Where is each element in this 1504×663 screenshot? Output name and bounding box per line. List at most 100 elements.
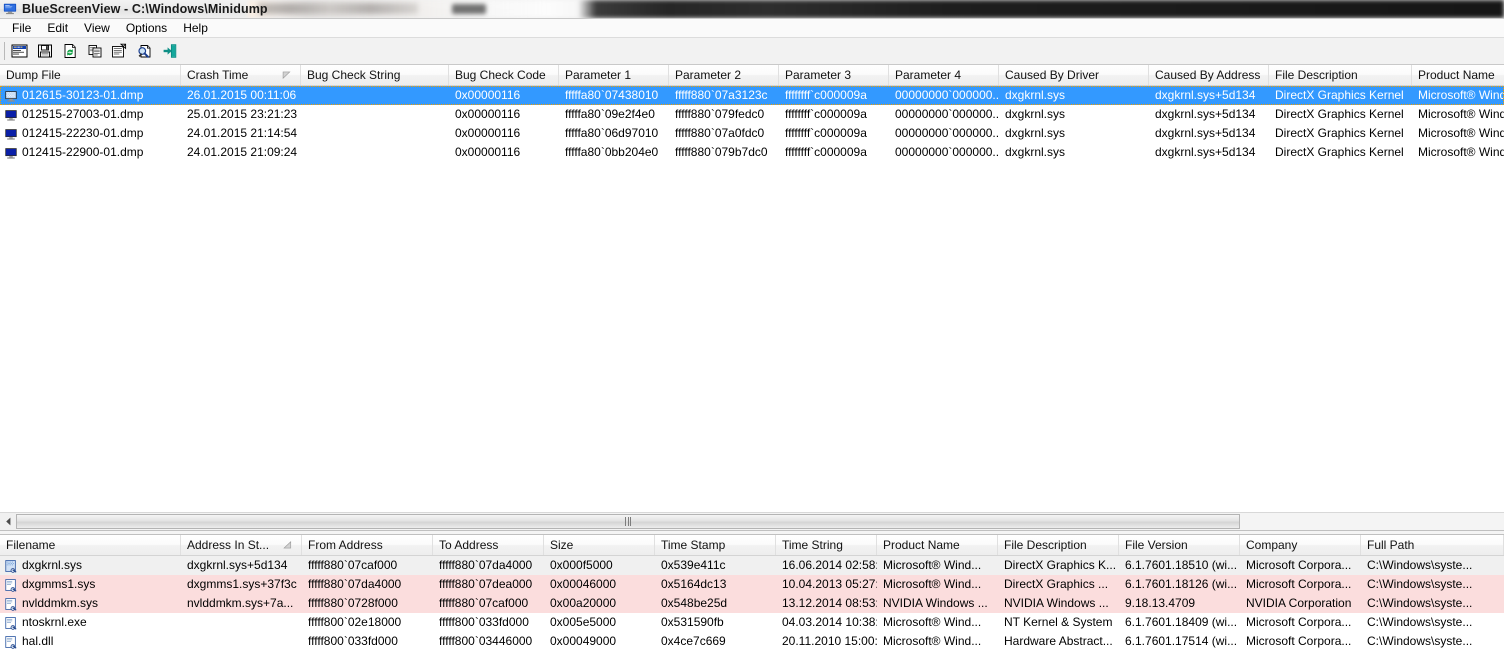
column-header-company[interactable]: Company <box>1240 535 1361 555</box>
column-header-dump-file[interactable]: Dump File <box>0 65 181 85</box>
cell-size: 0x005e5000 <box>544 613 655 632</box>
cell-text: fffffa80`06d97010 <box>565 126 659 140</box>
column-header-crash-time[interactable]: Crash Time <box>181 65 301 85</box>
column-header-label: Bug Check String <box>307 68 401 82</box>
toolbar-html-report-button[interactable] <box>107 39 132 63</box>
horizontal-scrollbar[interactable] <box>0 512 1504 530</box>
menu-options[interactable]: Options <box>118 20 175 36</box>
driver-row[interactable]: hal.dll fffff800`033fd000 fffff800`0344600… <box>0 632 1504 651</box>
cell-text: 26.01.2015 00:11:06 <box>187 88 297 102</box>
cell-crash-time: 26.01.2015 00:11:06 <box>181 86 301 105</box>
cell-file-description: NVIDIA Windows ... <box>998 594 1119 613</box>
cell-text: dxgkrnl.sys+5d134 <box>1155 126 1256 140</box>
toolbar-find-button[interactable] <box>132 39 157 63</box>
scrollbar-track[interactable] <box>16 513 1504 530</box>
column-header-caused-by-driver[interactable]: Caused By Driver <box>999 65 1149 85</box>
cell-company: Microsoft Corpora... <box>1240 632 1361 651</box>
menu-file[interactable]: File <box>4 20 39 36</box>
dump-file-row[interactable]: 012415-22230-01.dmp 24.01.2015 21:14:54 0x… <box>0 124 1504 143</box>
cell-to-address: fffff880`07dea000 <box>433 575 544 594</box>
toolbar-exit-button[interactable] <box>157 39 182 63</box>
column-header-label: File Description <box>1275 68 1358 82</box>
column-header-parameter-2[interactable]: Parameter 2 <box>669 65 779 85</box>
cell-text: 0x00000116 <box>455 107 521 121</box>
cell-product-name: Microsoft® Wind <box>1412 124 1504 143</box>
cell-text: 20.11.2010 15:00:25 <box>782 634 877 648</box>
cell-bug-check-code: 0x00000116 <box>449 86 559 105</box>
cell-full-path: C:\Windows\syste... <box>1361 613 1504 632</box>
cell-text: 012615-30123-01.dmp <box>22 88 144 102</box>
driver-row[interactable]: dxgmms1.sys dxgmms1.sys+37f3c fffff880`07d… <box>0 575 1504 594</box>
dump-table-header-row: Dump File Crash Time Bug Check String Bug C… <box>0 65 1504 86</box>
cell-address-in-st <box>181 613 302 632</box>
driver-row[interactable]: nvlddmkm.sys nvlddmkm.sys+7a... fffff880`0… <box>0 594 1504 613</box>
column-header-address-in-st[interactable]: Address In St... <box>181 535 302 555</box>
column-header-label: Product Name <box>883 538 960 552</box>
sort-ascending-icon <box>283 541 292 549</box>
column-header-product-name[interactable]: Product Name <box>1412 65 1504 85</box>
column-header-bug-check-code[interactable]: Bug Check Code <box>449 65 559 85</box>
toolbar-separator <box>4 42 5 60</box>
cell-text: nvlddmkm.sys+7a... <box>187 596 294 610</box>
dump-file-row[interactable]: 012615-30123-01.dmp 26.01.2015 00:11:06 0x… <box>0 86 1504 105</box>
toolbar-properties-button[interactable] <box>7 39 32 63</box>
cell-bug-check-string <box>301 86 449 105</box>
cell-text: NVIDIA Corporation <box>1246 596 1352 610</box>
column-header-file-version[interactable]: File Version <box>1119 535 1240 555</box>
cell-text: 0x00000116 <box>455 126 521 140</box>
cell-from-address: fffff800`033fd000 <box>302 632 433 651</box>
column-header-time-stamp[interactable]: Time Stamp <box>655 535 776 555</box>
cell-dump-file: 012515-27003-01.dmp <box>0 105 181 124</box>
column-header-parameter-4[interactable]: Parameter 4 <box>889 65 999 85</box>
cell-dump-file: 012415-22900-01.dmp <box>0 143 181 162</box>
cell-bug-check-code: 0x00000116 <box>449 105 559 124</box>
cell-product-name: NVIDIA Windows ... <box>877 594 998 613</box>
cell-text: Microsoft® Wind... <box>883 634 982 648</box>
cell-from-address: fffff880`07da4000 <box>302 575 433 594</box>
cell-caused-by-address: dxgkrnl.sys+5d134 <box>1149 143 1269 162</box>
toolbar-refresh-button[interactable] <box>57 39 82 63</box>
column-header-file-description[interactable]: File Description <box>1269 65 1412 85</box>
cell-file-description: DirectX Graphics ... <box>998 575 1119 594</box>
cell-time-string: 20.11.2010 15:00:25 <box>776 632 877 651</box>
cell-text: DirectX Graphics ... <box>1004 577 1109 591</box>
toolbar-save-button[interactable] <box>32 39 57 63</box>
cell-text: fffff880`07a0fdc0 <box>675 126 765 140</box>
scroll-left-button[interactable] <box>0 513 16 530</box>
cell-parameter-2: fffff880`07a3123c <box>669 86 779 105</box>
column-header-parameter-1[interactable]: Parameter 1 <box>559 65 669 85</box>
cell-to-address: fffff880`07da4000 <box>433 556 544 575</box>
column-header-label: Parameter 4 <box>895 68 962 82</box>
driver-row[interactable]: ntoskrnl.exe fffff800`02e18000 fffff800`03… <box>0 613 1504 632</box>
menu-view[interactable]: View <box>76 20 118 36</box>
cell-text: C:\Windows\syste... <box>1367 558 1473 572</box>
cell-text: 9.18.13.4709 <box>1125 596 1196 610</box>
menu-help[interactable]: Help <box>175 20 216 36</box>
column-header-to-address[interactable]: To Address <box>433 535 544 555</box>
cell-address-in-st: dxgmms1.sys+37f3c <box>181 575 302 594</box>
column-header-filename[interactable]: Filename <box>0 535 181 555</box>
cell-caused-by-address: dxgkrnl.sys+5d134 <box>1149 105 1269 124</box>
column-header-full-path[interactable]: Full Path <box>1361 535 1504 555</box>
cell-file-version: 6.1.7601.17514 (wi... <box>1119 632 1240 651</box>
scrollbar-thumb[interactable] <box>16 514 1240 529</box>
cell-file-description: DirectX Graphics K... <box>998 556 1119 575</box>
cell-text: 6.1.7601.18126 (wi... <box>1125 577 1238 591</box>
dump-file-row[interactable]: 012515-27003-01.dmp 25.01.2015 23:21:23 0x… <box>0 105 1504 124</box>
column-header-file-description[interactable]: File Description <box>998 535 1119 555</box>
dump-file-row[interactable]: 012415-22900-01.dmp 24.01.2015 21:09:24 0x… <box>0 143 1504 162</box>
column-header-time-string[interactable]: Time String <box>776 535 877 555</box>
column-header-parameter-3[interactable]: Parameter 3 <box>779 65 889 85</box>
column-header-caused-by-address[interactable]: Caused By Address <box>1149 65 1269 85</box>
column-header-from-address[interactable]: From Address <box>302 535 433 555</box>
driver-table-header-row: Filename Address In St... From Address To A… <box>0 535 1504 556</box>
column-header-size[interactable]: Size <box>544 535 655 555</box>
column-header-product-name[interactable]: Product Name <box>877 535 998 555</box>
title-bar[interactable]: BlueScreenView - C:\Windows\Minidump <box>0 0 1504 19</box>
column-header-bug-check-string[interactable]: Bug Check String <box>301 65 449 85</box>
driver-row[interactable]: dxgkrnl.sys dxgkrnl.sys+5d134 fffff880`07c… <box>0 556 1504 575</box>
toolbar-copy-button[interactable] <box>82 39 107 63</box>
cell-text: 6.1.7601.18510 (wi... <box>1125 558 1238 572</box>
menu-edit[interactable]: Edit <box>39 20 76 36</box>
cell-text: Microsoft Corpora... <box>1246 634 1352 648</box>
